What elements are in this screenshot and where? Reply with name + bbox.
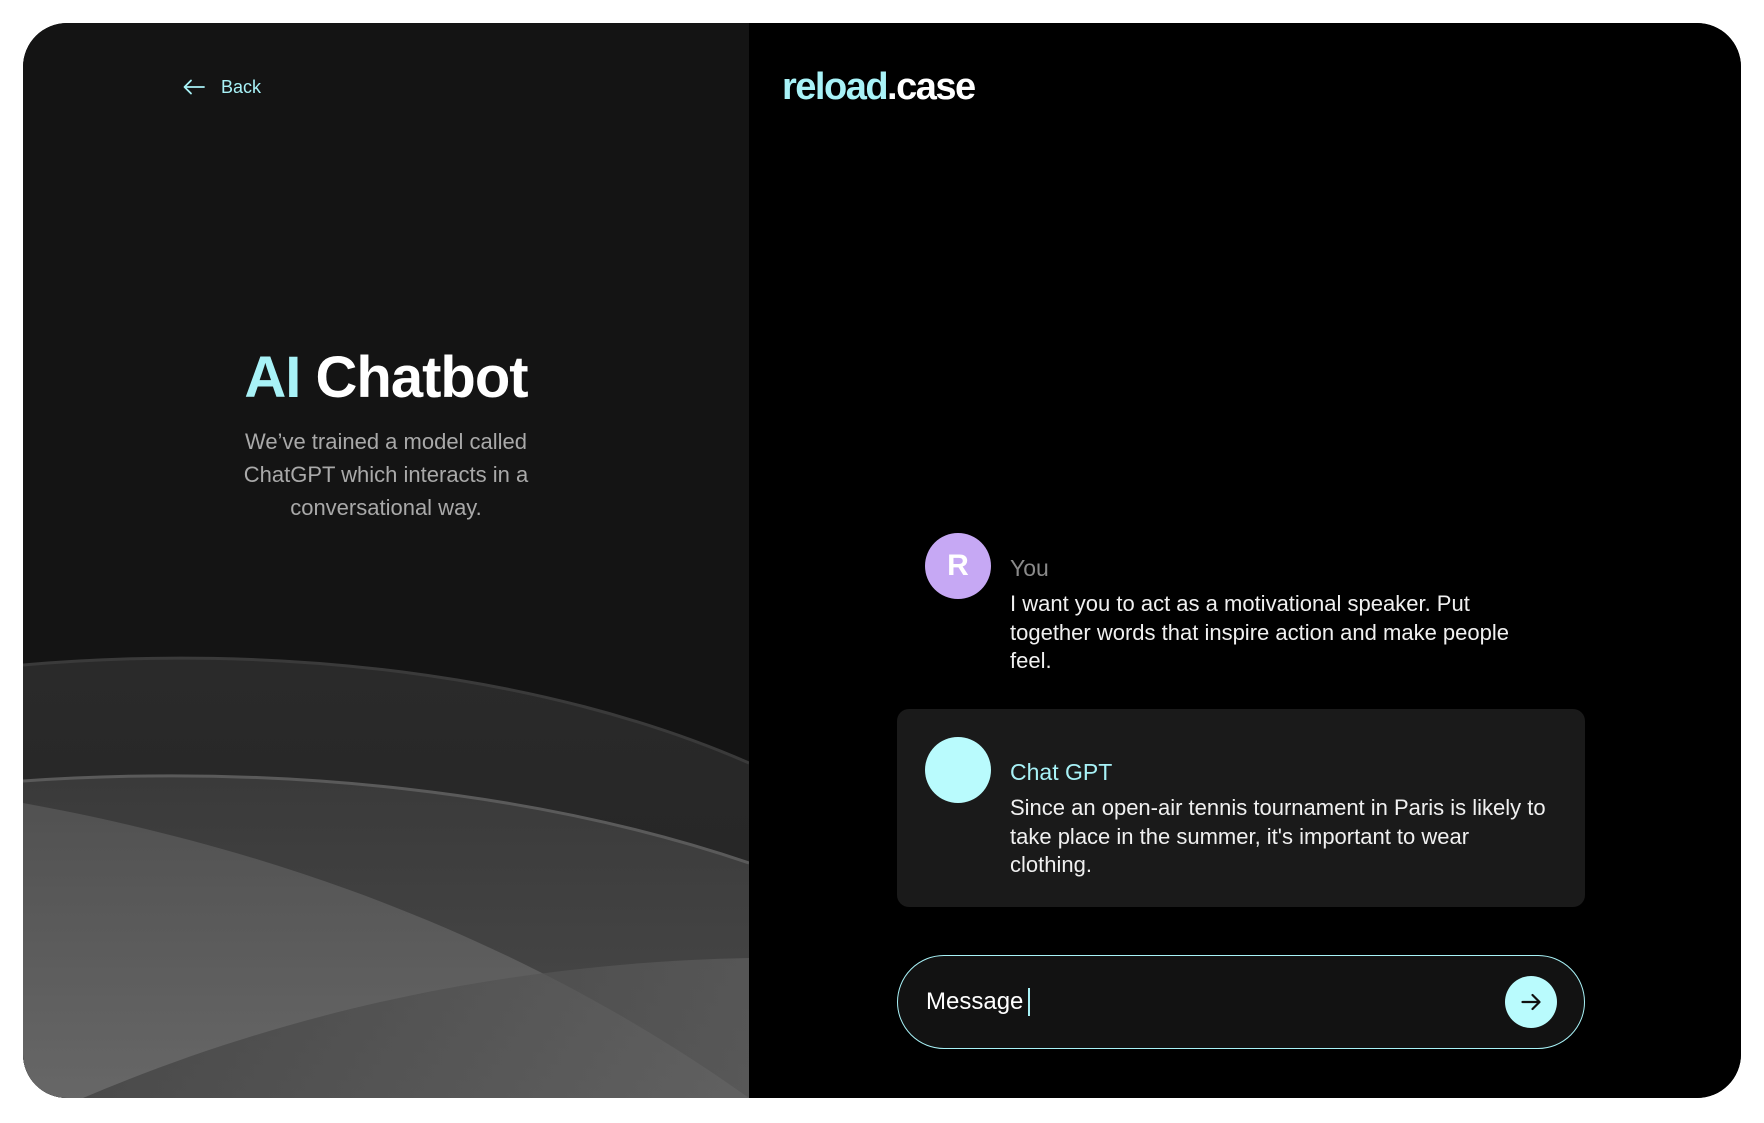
send-button[interactable] bbox=[1505, 976, 1557, 1028]
hero: AI Chatbot We’ve trained a model called … bbox=[23, 343, 749, 524]
arrow-left-icon bbox=[183, 79, 205, 95]
page-subtitle: We’ve trained a model called ChatGPT whi… bbox=[243, 429, 529, 520]
message-input[interactable]: Message bbox=[926, 980, 1031, 1024]
message-author: Chat GPT bbox=[1010, 759, 1113, 785]
text-caret bbox=[1028, 988, 1031, 1016]
message-body: You I want you to act as a motivational … bbox=[1010, 552, 1555, 676]
page-title-rest: Chatbot bbox=[315, 345, 529, 410]
back-button[interactable]: Back bbox=[183, 69, 261, 105]
app-window: Back AI Chatbot We’ve trained a model ca… bbox=[23, 23, 1741, 1098]
message-text: Since an open-air tennis tournament in P… bbox=[1010, 795, 1546, 877]
logo-part-reload: reload bbox=[782, 66, 889, 108]
back-label: Back bbox=[221, 76, 262, 97]
intro-panel: Back AI Chatbot We’ve trained a model ca… bbox=[23, 23, 749, 1098]
user-avatar: R bbox=[925, 533, 991, 599]
message-composer: Message bbox=[897, 955, 1585, 1049]
chat-panel: reload.case R You I want you to act as a… bbox=[749, 23, 1741, 1098]
message-input-placeholder: Message bbox=[926, 988, 1024, 1015]
message-author: You bbox=[1010, 555, 1049, 581]
chat-message-bot: Chat GPT Since an open-air tennis tourna… bbox=[897, 709, 1585, 907]
page-title-accent: AI bbox=[244, 345, 301, 410]
logo-part-case: .case bbox=[887, 66, 976, 108]
message-body: Chat GPT Since an open-air tennis tourna… bbox=[1010, 756, 1555, 880]
page-title: AI Chatbot bbox=[23, 343, 749, 413]
arrow-right-icon bbox=[1521, 993, 1541, 1011]
chat-message-user: R You I want you to act as a motivationa… bbox=[897, 517, 1585, 673]
brand-logo[interactable]: reload.case bbox=[782, 63, 976, 111]
message-text: I want you to act as a motivational spea… bbox=[1010, 591, 1509, 673]
bot-avatar bbox=[925, 737, 991, 803]
decorative-waves bbox=[23, 656, 749, 1098]
